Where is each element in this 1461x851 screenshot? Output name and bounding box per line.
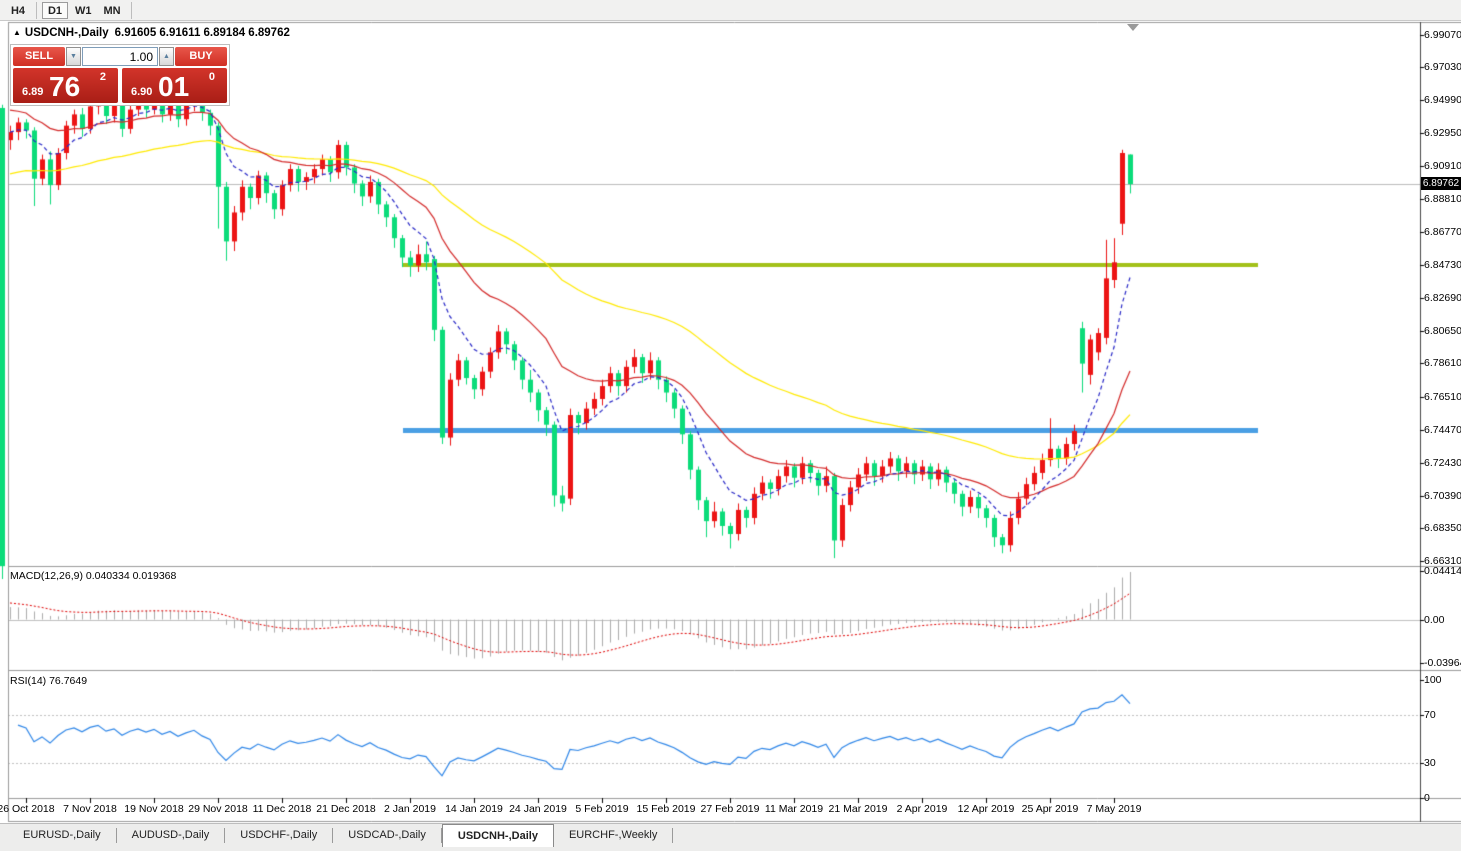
date-axis-label: 2 Apr 2019 <box>897 803 948 815</box>
timeframe-button-h4[interactable]: H4 <box>5 2 31 19</box>
price-axis-label: 6.86770 <box>1424 226 1461 238</box>
macd-axis-label: 0.00 <box>1424 614 1444 626</box>
price-axis-label: 6.90910 <box>1424 160 1461 172</box>
price-axis-label: 6.82690 <box>1424 292 1461 304</box>
rsi-axis-label: 0 <box>1424 792 1430 804</box>
tab-eurusd-daily[interactable]: EURUSD-,Daily <box>8 824 116 847</box>
date-axis-label: 14 Jan 2019 <box>445 803 503 815</box>
sell-button[interactable]: SELL <box>13 47 65 66</box>
chart-title-symbol: USDCNH-,Daily <box>25 27 109 39</box>
chart-shift-icon[interactable] <box>1127 24 1139 31</box>
price-axis-label: 6.80650 <box>1424 325 1461 337</box>
date-axis-label: 2 Jan 2019 <box>384 803 436 815</box>
tab-audusd-daily[interactable]: AUDUSD-,Daily <box>117 824 225 847</box>
price-axis-label: 6.84730 <box>1424 259 1461 271</box>
date-axis-label: 7 Nov 2018 <box>63 803 117 815</box>
price-axis-label: 6.97030 <box>1424 61 1461 73</box>
date-axis-label: 25 Apr 2019 <box>1022 803 1079 815</box>
collapse-trade-panel-icon[interactable]: ▲ <box>13 28 21 37</box>
one-click-trading-panel: SELL ▼ ▲ BUY 6.89 76 2 6.90 01 0 <box>10 44 230 106</box>
rsi-axis-label: 70 <box>1424 709 1436 721</box>
tab-separator <box>672 828 673 843</box>
rsi-indicator-label: RSI(14) 76.7649 <box>10 675 87 687</box>
date-axis-label: 15 Feb 2019 <box>637 803 696 815</box>
tab-usdcnh-daily[interactable]: USDCNH-,Daily <box>442 824 554 847</box>
buy-price-big: 01 <box>158 71 189 103</box>
date-axis-label: 5 Feb 2019 <box>575 803 628 815</box>
price-axis-label: 6.76510 <box>1424 391 1461 403</box>
timeframe-button-mn[interactable]: MN <box>99 2 126 19</box>
tab-eurchf-weekly[interactable]: EURCHF-,Weekly <box>554 824 672 847</box>
volume-decrease-button[interactable]: ▼ <box>66 47 81 66</box>
price-axis-label: 6.78610 <box>1424 357 1461 369</box>
volume-increase-button[interactable]: ▲ <box>159 47 174 66</box>
buy-price-box[interactable]: 6.90 01 0 <box>122 68 227 103</box>
date-axis-label: 21 Mar 2019 <box>829 803 888 815</box>
date-axis-label: 24 Jan 2019 <box>509 803 567 815</box>
price-axis-label: 6.94990 <box>1424 94 1461 106</box>
mt4-app: H4 D1W1MN ▲ USDCNH-,Daily 6.91605 6.91611 6… <box>0 0 1461 851</box>
macd-axis-label: -0.03964 <box>1424 657 1461 669</box>
current-price-tag: 6.89762 <box>1421 177 1461 190</box>
price-axis-label: 6.70390 <box>1424 490 1461 502</box>
price-axis-label: 6.92950 <box>1424 127 1461 139</box>
chart-title-ohlc: 6.91605 6.91611 6.89184 6.89762 <box>115 27 290 39</box>
sell-price-box[interactable]: 6.89 76 2 <box>13 68 118 103</box>
date-axis-label: 11 Dec 2018 <box>253 803 312 815</box>
rsi-axis-label: 30 <box>1424 757 1436 769</box>
buy-button[interactable]: BUY <box>175 47 227 66</box>
sell-price-sup: 2 <box>100 71 106 83</box>
macd-axis-label: 0.044143 <box>1424 565 1461 577</box>
date-axis-label: 27 Feb 2019 <box>701 803 760 815</box>
chart-canvas[interactable] <box>0 0 1461 851</box>
chart-title: ▲ USDCNH-,Daily 6.91605 6.91611 6.89184 6.… <box>13 27 290 39</box>
chart-tab-bar: EURUSD-,DailyAUDUSD-,DailyUSDCHF-,DailyU… <box>0 823 1461 851</box>
toolbar-separator <box>36 2 37 19</box>
timeframe-button-d1[interactable]: D1 <box>42 2 68 19</box>
price-axis-label: 6.88810 <box>1424 193 1461 205</box>
buy-price-small: 6.90 <box>131 86 152 98</box>
macd-indicator-label: MACD(12,26,9) 0.040334 0.019368 <box>10 570 176 582</box>
date-axis-label: 26 Oct 2018 <box>0 803 55 815</box>
price-axis-label: 6.74470 <box>1424 424 1461 436</box>
volume-input[interactable] <box>82 47 158 66</box>
rsi-axis-label: 100 <box>1424 674 1442 686</box>
date-axis-label: 11 Mar 2019 <box>765 803 823 815</box>
toolbar-separator <box>131 2 132 19</box>
buy-price-sup: 0 <box>209 71 215 83</box>
price-axis-label: 6.68350 <box>1424 522 1461 534</box>
price-axis-label: 6.72430 <box>1424 457 1461 469</box>
date-axis-label: 29 Nov 2018 <box>188 803 248 815</box>
sell-price-small: 6.89 <box>22 86 43 98</box>
date-axis-label: 19 Nov 2018 <box>124 803 184 815</box>
price-axis-label: 6.99070 <box>1424 29 1461 41</box>
date-axis-label: 21 Dec 2018 <box>316 803 376 815</box>
sell-price-big: 76 <box>49 71 80 103</box>
tab-usdcad-daily[interactable]: USDCAD-,Daily <box>333 824 441 847</box>
date-axis-label: 7 May 2019 <box>1087 803 1142 815</box>
timeframe-toolbar: H4 D1W1MN <box>0 0 1461 21</box>
tab-usdchf-daily[interactable]: USDCHF-,Daily <box>225 824 332 847</box>
timeframe-button-w1[interactable]: W1 <box>70 2 97 19</box>
date-axis-label: 12 Apr 2019 <box>958 803 1015 815</box>
